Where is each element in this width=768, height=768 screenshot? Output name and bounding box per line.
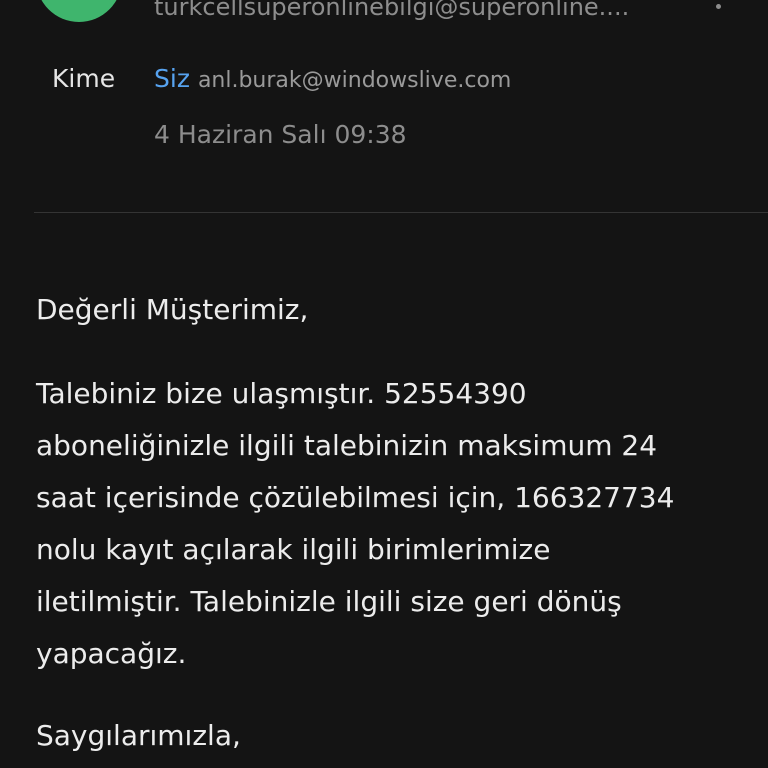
- recipient-row: Siz anl.burak@windowslive.com: [154, 62, 511, 99]
- message-line: saat içerisinde çözülebilmesi için, 1663…: [36, 481, 675, 514]
- more-vertical-icon[interactable]: [700, 0, 736, 24]
- email-message: Talebiniz bize ulaşmıştır. 52554390 abon…: [36, 368, 736, 680]
- recipient-email[interactable]: anl.burak@windowslive.com: [198, 68, 511, 93]
- email-date: 4 Haziran Salı 09:38: [154, 120, 407, 149]
- recipient-you-link[interactable]: Siz: [154, 64, 190, 93]
- message-line: aboneliğinizle ilgili talebinizin maksim…: [36, 429, 658, 462]
- email-closing: Saygılarımızla,: [36, 719, 241, 752]
- message-line: nolu kayıt açılarak ilgili birimlerimize: [36, 533, 551, 566]
- to-label: Kime: [52, 64, 116, 93]
- message-line: Talebiniz bize ulaşmıştır. 52554390: [36, 377, 527, 410]
- email-greeting: Değerli Müşterimiz,: [36, 293, 309, 326]
- header-divider: [34, 212, 768, 213]
- message-line: iletilmiştir. Talebinizle ilgili size ge…: [36, 585, 622, 618]
- sender-avatar[interactable]: [36, 0, 122, 22]
- message-line: yapacağız.: [36, 637, 187, 670]
- sender-email[interactable]: turkcellsuperonlinebilgi@superonline....: [154, 0, 629, 22]
